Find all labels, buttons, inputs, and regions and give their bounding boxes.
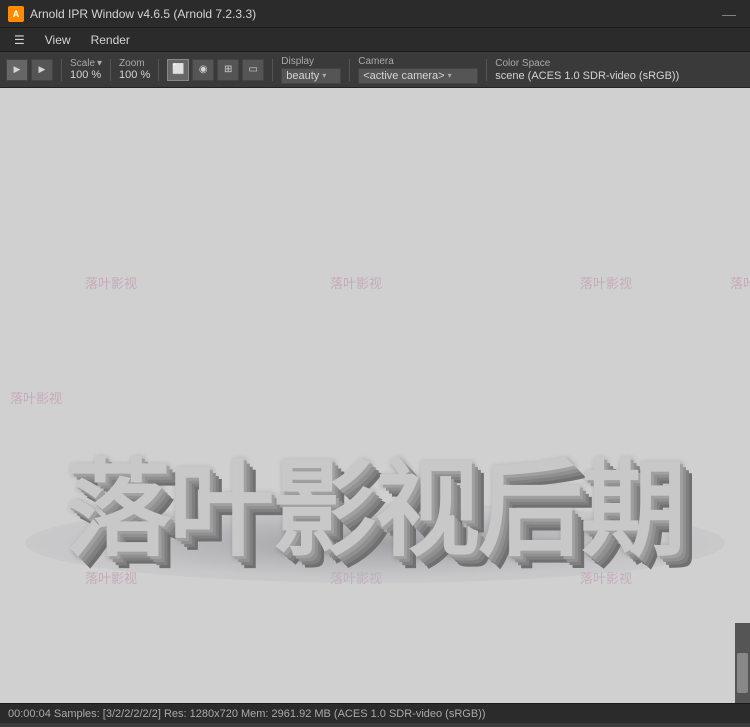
- view-icon-buttons: ⬜ ◉ ⊞ ▭: [167, 59, 264, 81]
- display-dropdown[interactable]: beauty ▾: [281, 68, 341, 84]
- scale-section: Scale ▾ 100 %: [70, 58, 102, 81]
- display-section: Display beauty ▾: [281, 56, 341, 84]
- render-menu[interactable]: Render: [81, 31, 140, 49]
- window-title: Arnold IPR Window v4.6.5 (Arnold 7.2.3.3…: [30, 7, 716, 21]
- play-icon-2: ▶: [39, 64, 46, 75]
- image-view-button[interactable]: ⬜: [167, 59, 189, 81]
- separator-6: [486, 59, 487, 81]
- rect-icon: ▭: [249, 64, 258, 75]
- title-bar: A Arnold IPR Window v4.6.5 (Arnold 7.2.3…: [0, 0, 750, 28]
- separator-5: [349, 59, 350, 81]
- watermark-1: 落叶影视: [330, 273, 382, 292]
- camera-dropdown[interactable]: <active camera> ▾: [358, 68, 478, 84]
- camera-section: Camera <active camera> ▾: [358, 56, 478, 84]
- watermark-overlay: 落叶影视落叶影视落叶影视落叶影视落叶影视落叶影视落叶影视落叶影视落叶影视落叶影视…: [0, 88, 750, 703]
- display-label: Display: [281, 56, 314, 67]
- play-button-1[interactable]: ▶: [6, 59, 28, 81]
- status-text: 00:00:04 Samples: [3/2/2/2/2/2] Res: 128…: [8, 708, 486, 720]
- playback-controls: ▶ ▶: [6, 59, 53, 81]
- globe-view-button[interactable]: ◉: [192, 59, 214, 81]
- watermark-4: 落叶影视: [10, 388, 62, 407]
- colorspace-value: scene (ACES 1.0 SDR-video (sRGB)): [495, 70, 679, 82]
- play-icon: ▶: [14, 64, 21, 75]
- display-dropdown-arrow: ▾: [322, 71, 326, 80]
- toolbar: ▶ ▶ Scale ▾ 100 % Zoom 100 % ⬜ ◉ ⊞ ▭: [0, 52, 750, 88]
- scale-label: Scale: [70, 58, 95, 69]
- zoom-label: Zoom: [119, 58, 145, 69]
- separator-1: [61, 59, 62, 81]
- status-bar: 00:00:04 Samples: [3/2/2/2/2/2] Res: 128…: [0, 703, 750, 723]
- vertical-scrollbar[interactable]: [735, 623, 750, 703]
- camera-label: Camera: [358, 56, 394, 67]
- hamburger-menu[interactable]: ☰: [4, 31, 35, 49]
- watermark-3: 落叶影视: [730, 273, 750, 292]
- view-menu[interactable]: View: [35, 31, 81, 49]
- scale-dropdown-arrow[interactable]: ▾: [97, 58, 102, 69]
- menu-bar: ☰ View Render: [0, 28, 750, 52]
- watermark-2: 落叶影视: [580, 273, 632, 292]
- globe-icon: ◉: [199, 64, 208, 75]
- separator-3: [158, 59, 159, 81]
- scrollbar-thumb[interactable]: [737, 653, 748, 693]
- scale-value: 100 %: [70, 69, 101, 81]
- zoom-section: Zoom 100 %: [119, 58, 150, 81]
- app-icon: A: [8, 6, 24, 22]
- grid-icon: ⊞: [224, 64, 232, 75]
- play-button-2[interactable]: ▶: [31, 59, 53, 81]
- zoom-value: 100 %: [119, 69, 150, 81]
- render-3d-text: 落叶影视后期: [35, 458, 715, 563]
- minimize-button[interactable]: —: [716, 4, 742, 24]
- watermark-0: 落叶影视: [85, 273, 137, 292]
- rect-view-button[interactable]: ▭: [242, 59, 264, 81]
- chinese-text: 落叶影视后期: [66, 452, 684, 569]
- camera-value: <active camera>: [363, 70, 444, 82]
- colorspace-section: Color Space scene (ACES 1.0 SDR-video (s…: [495, 58, 679, 82]
- image-icon: ⬜: [172, 64, 184, 75]
- camera-dropdown-arrow: ▾: [448, 71, 452, 80]
- grid-view-button[interactable]: ⊞: [217, 59, 239, 81]
- colorspace-label: Color Space: [495, 58, 550, 69]
- display-value: beauty: [286, 70, 319, 82]
- separator-4: [272, 59, 273, 81]
- separator-2: [110, 59, 111, 81]
- render-area: 落叶影视落叶影视落叶影视落叶影视落叶影视落叶影视落叶影视落叶影视落叶影视落叶影视…: [0, 88, 750, 703]
